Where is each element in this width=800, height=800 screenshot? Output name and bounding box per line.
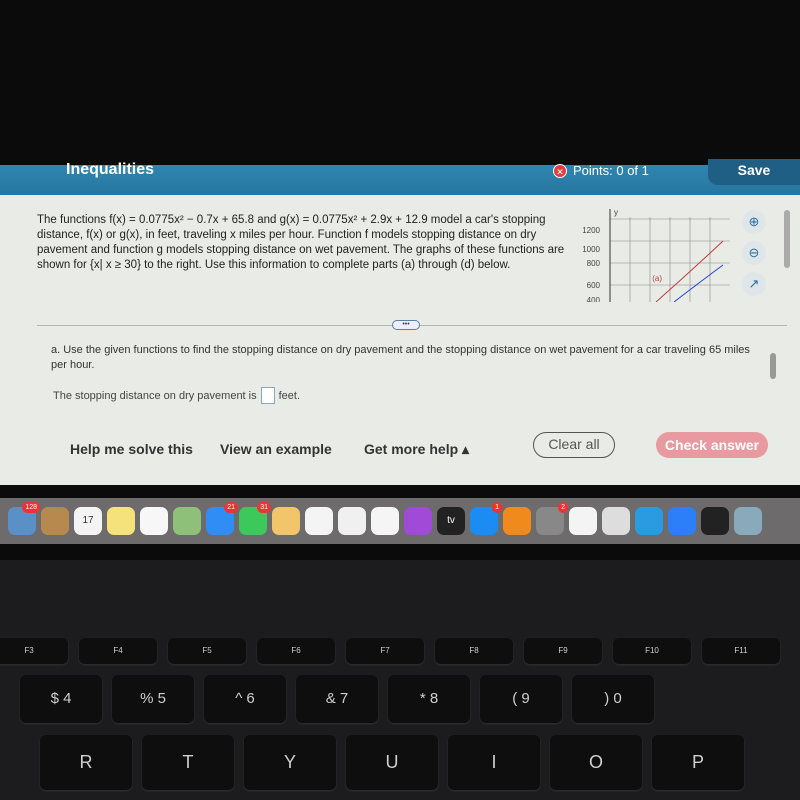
number-key-5[interactable]: % 5: [112, 675, 194, 723]
function-key[interactable]: F9: [524, 638, 602, 664]
y-tick: 1200: [582, 226, 600, 235]
notes-app-icon[interactable]: [107, 507, 135, 535]
maps-app-icon[interactable]: [173, 507, 201, 535]
answer-input[interactable]: [260, 387, 275, 404]
zoom-in-icon[interactable]: ⊕: [742, 210, 766, 234]
pages-app-icon[interactable]: [272, 507, 300, 535]
expand-button[interactable]: •••: [392, 320, 420, 330]
tv-app-icon[interactable]: tv: [437, 507, 465, 535]
books-app-icon[interactable]: [503, 507, 531, 535]
number-key-4[interactable]: $ 4: [20, 675, 102, 723]
podcasts-app-icon[interactable]: [404, 507, 432, 535]
letter-key-p[interactable]: P: [652, 735, 744, 790]
number-key-8[interactable]: * 8: [388, 675, 470, 723]
y-axis-label: y: [614, 208, 618, 217]
letter-key-o[interactable]: O: [550, 735, 642, 790]
letter-key-t[interactable]: T: [142, 735, 234, 790]
browser-content: Inequalities ✕ Points: 0 of 1 Save The fu…: [0, 159, 800, 485]
preview-photos-app-icon[interactable]: [734, 507, 762, 535]
notification-badge: 1: [492, 502, 502, 513]
function-key[interactable]: F3: [0, 638, 68, 664]
function-key[interactable]: F11: [702, 638, 780, 664]
y-tick: 600: [587, 281, 601, 290]
contacts-app-icon[interactable]: [41, 507, 69, 535]
answer-prefix: The stopping distance on dry pavement is: [53, 389, 257, 402]
notification-badge: 21: [224, 502, 238, 513]
function-key[interactable]: F7: [346, 638, 424, 664]
clear-all-button[interactable]: Clear all: [533, 432, 615, 458]
function-key[interactable]: F5: [168, 638, 246, 664]
reminders-app-icon[interactable]: [140, 507, 168, 535]
notification-badge: 128: [22, 502, 40, 513]
function-key[interactable]: F10: [613, 638, 691, 664]
save-button[interactable]: Save: [708, 159, 800, 185]
curve-f: [655, 240, 724, 302]
footer-bar: Help me solve this View an example Get m…: [0, 427, 800, 467]
letter-key-y[interactable]: Y: [244, 735, 336, 790]
facetime-app-icon[interactable]: 31: [239, 502, 271, 535]
letter-key-r[interactable]: R: [40, 735, 132, 790]
zoom-app-icon[interactable]: [668, 507, 696, 535]
letter-key-u[interactable]: U: [346, 735, 438, 790]
page-title: Inequalities: [66, 161, 155, 178]
app-app-icon[interactable]: [602, 507, 630, 535]
points-status: ✕ Points: 0 of 1: [553, 163, 649, 178]
notification-badge: 31: [257, 502, 271, 513]
function-key[interactable]: F4: [79, 638, 157, 664]
answer-suffix: feet.: [278, 389, 301, 402]
notification-badge: 2: [558, 502, 568, 513]
number-key-7[interactable]: & 7: [296, 675, 378, 723]
curve-g: [673, 264, 724, 302]
news-app-icon[interactable]: [569, 507, 597, 535]
numbers-app-icon[interactable]: [305, 507, 333, 535]
y-tick: 1000: [582, 245, 600, 254]
problem-text: The functions f(x) = 0.0775x² − 0.7x + 6…: [37, 214, 565, 271]
points-label: Points: 0 of 1: [573, 163, 649, 178]
function-graph[interactable]: y 1200 1000 800 600 400 (a): [570, 207, 730, 302]
get-more-help-link[interactable]: Get more help ▴: [364, 441, 469, 458]
photos-app-icon[interactable]: [338, 507, 366, 535]
header-bar: Inequalities ✕ Points: 0 of 1 Save: [0, 159, 800, 195]
music-app-icon[interactable]: [371, 507, 399, 535]
y-tick: 800: [587, 259, 601, 268]
check-answer-button[interactable]: Check answer: [656, 432, 768, 458]
question-text: a. Use the given functions to find the s…: [51, 344, 750, 371]
scrollbar[interactable]: [784, 210, 790, 268]
scrollbar[interactable]: [770, 353, 776, 379]
system-preferences-app-icon[interactable]: 2: [536, 502, 568, 535]
zoom-out-icon[interactable]: ⊖: [742, 241, 766, 265]
x-circle-icon: ✕: [553, 163, 567, 178]
messages-app-icon[interactable]: 21: [206, 502, 238, 535]
keyboard: F3 F4 F5 F6 F7 F8 F9 F10 F11 $ 4% 5 ^ 6 & 7 * 8( 9) …: [0, 560, 800, 800]
letter-key-i[interactable]: I: [448, 735, 540, 790]
app-store-app-icon[interactable]: 1: [470, 502, 502, 535]
help-me-solve-link[interactable]: Help me solve this: [70, 441, 193, 457]
calendar-app-icon[interactable]: 17: [74, 507, 102, 535]
popout-icon[interactable]: ↗: [742, 272, 766, 296]
dock: 128 17 21 31 tv 1 2: [0, 498, 800, 544]
number-key-6[interactable]: ^ 6: [204, 675, 286, 723]
number-key-9[interactable]: ( 9: [480, 675, 562, 723]
app-app-icon[interactable]: [635, 507, 663, 535]
number-key-0[interactable]: ) 0: [572, 675, 654, 723]
function-key[interactable]: F6: [257, 638, 335, 664]
answer-row: The stopping distance on dry pavement is…: [53, 387, 300, 404]
preview-app-icon[interactable]: 128: [8, 502, 40, 535]
view-example-link[interactable]: View an example: [220, 441, 332, 457]
function-key[interactable]: F8: [435, 638, 513, 664]
app-app-icon[interactable]: [701, 507, 729, 535]
y-tick: 400: [587, 296, 601, 302]
curve-label: (a): [652, 274, 662, 283]
